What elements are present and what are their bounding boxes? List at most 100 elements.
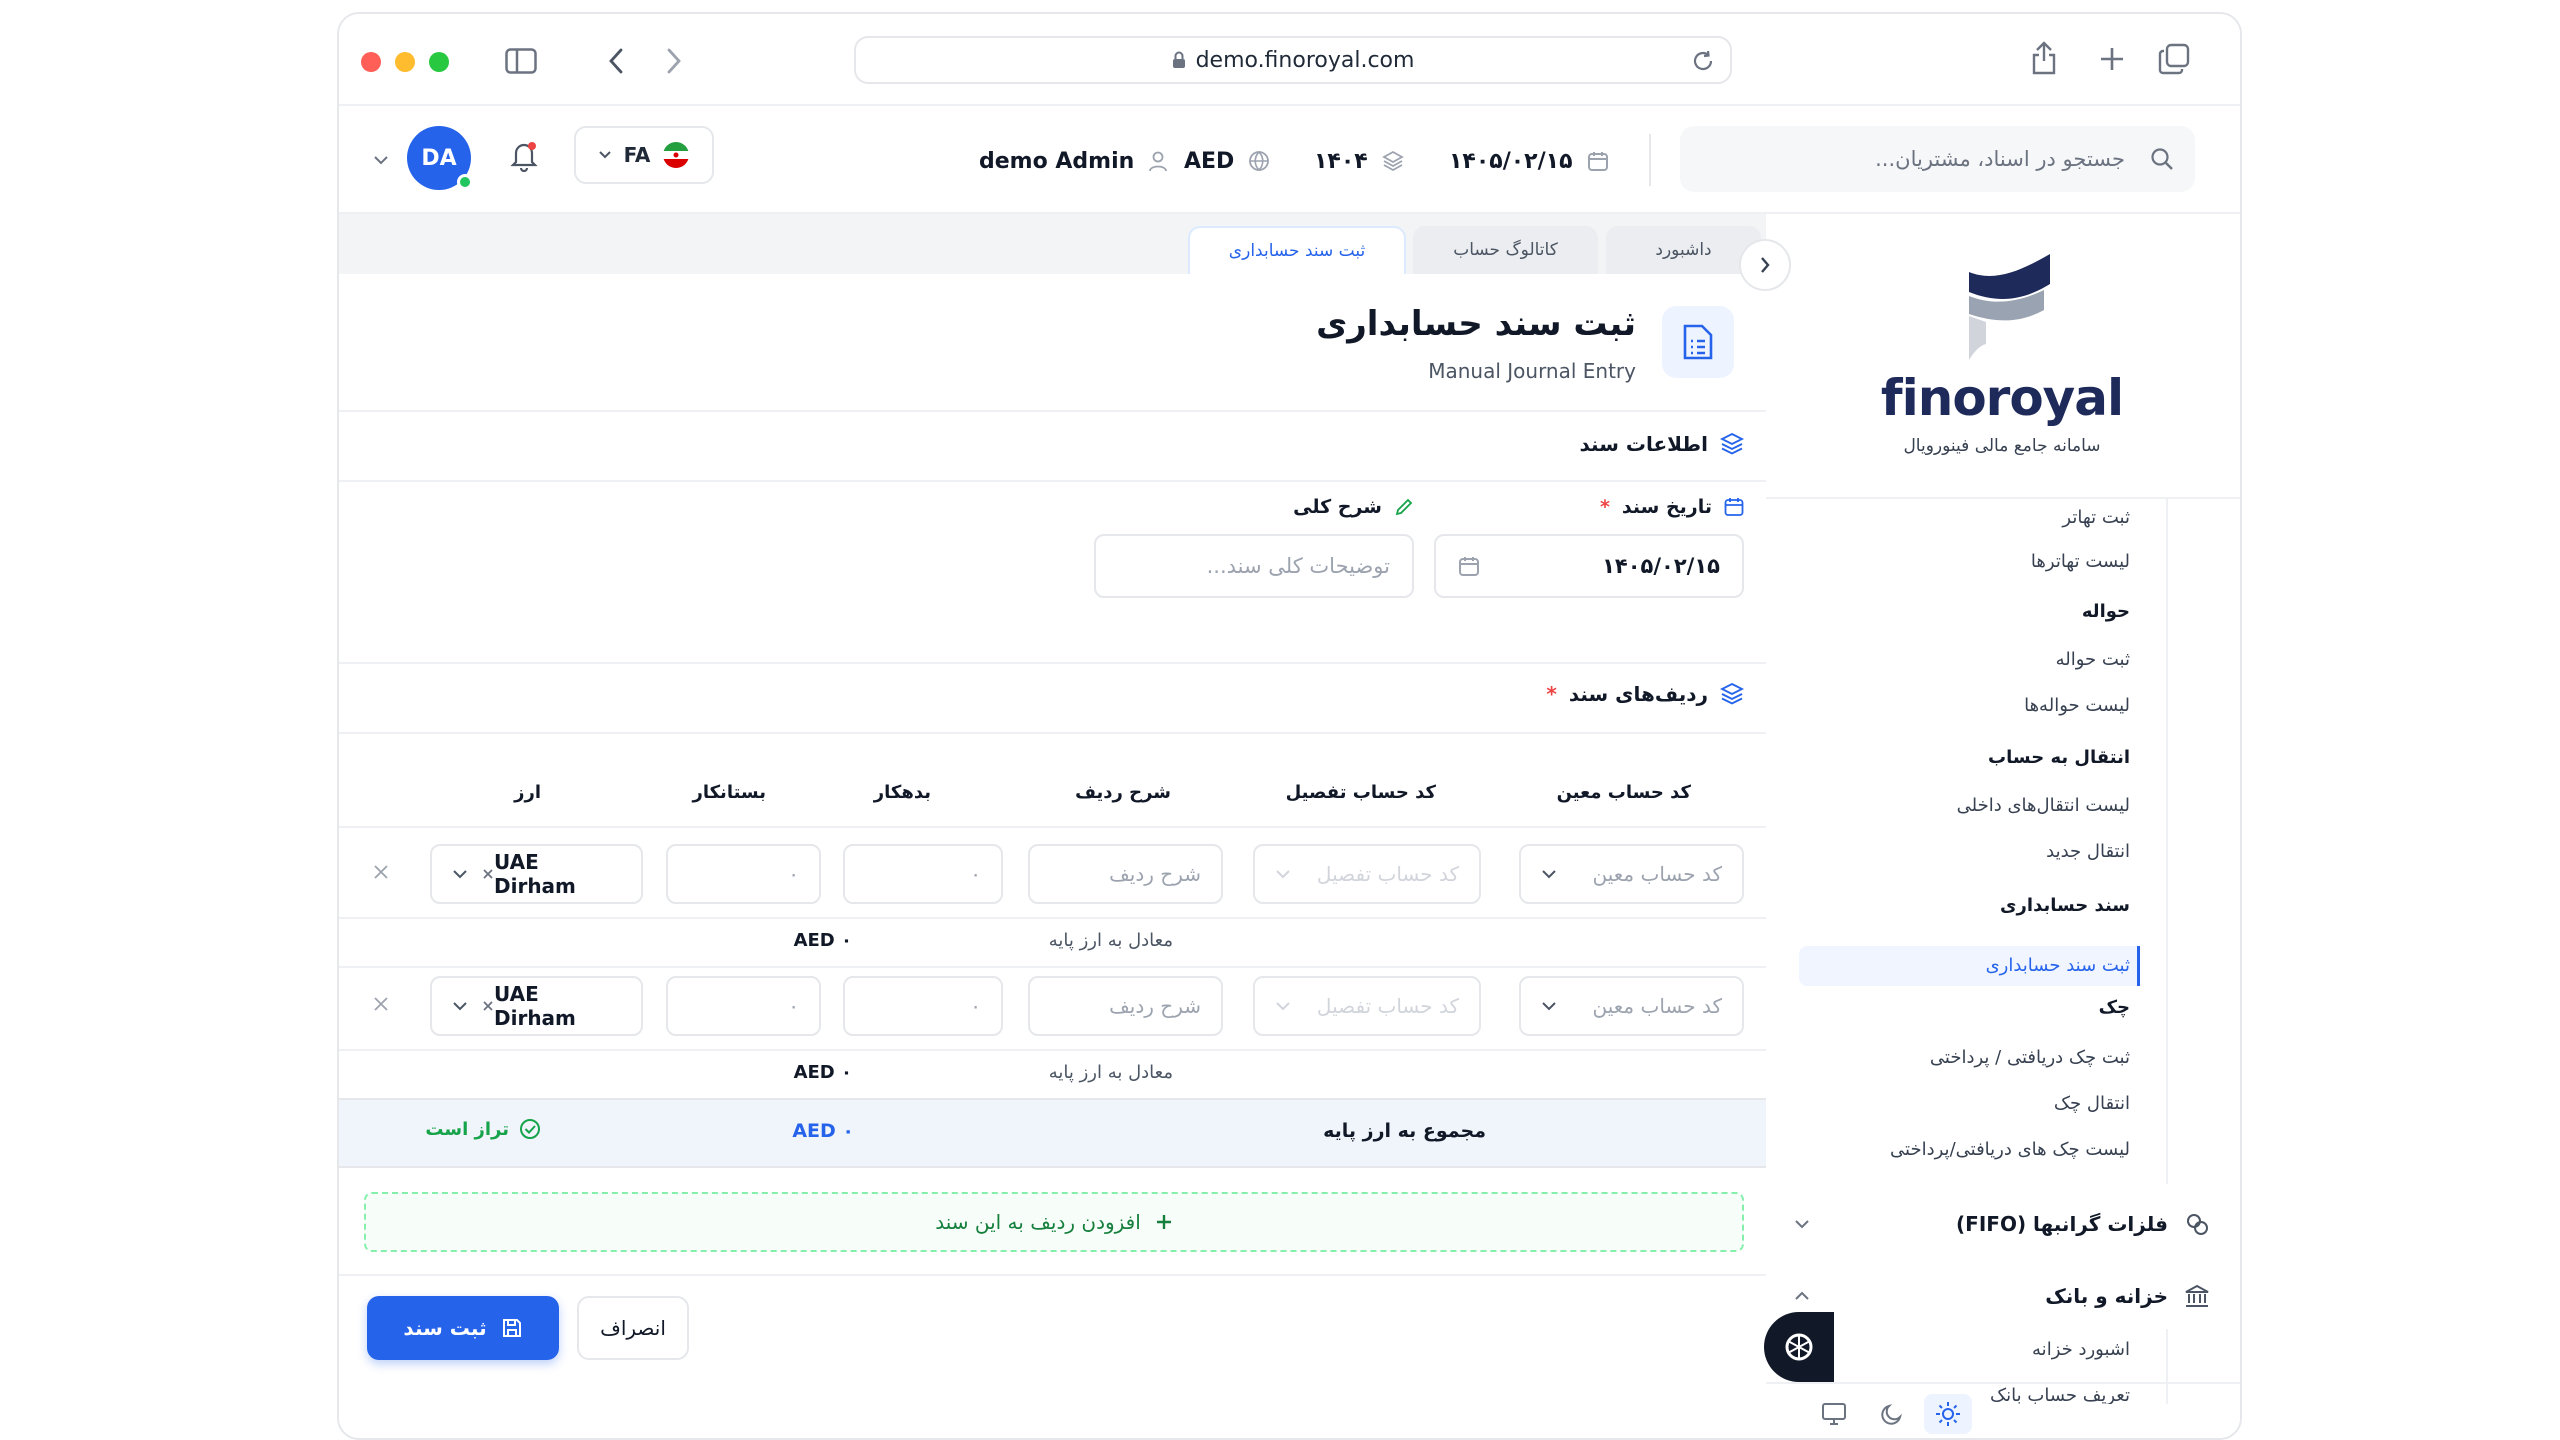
divider xyxy=(339,966,1766,968)
sidebar-group-precious-metals[interactable]: فلزات گرانبها (FIFO) xyxy=(1794,1199,2210,1249)
sidebar-item-remittance-list[interactable]: لیست حواله‌ها xyxy=(2024,695,2130,716)
cancel-button[interactable]: انصراف xyxy=(577,1296,689,1360)
submit-journal-button[interactable]: ثبت سند xyxy=(367,1296,559,1360)
sidebar-item-transfer-list[interactable]: لیست انتقال‌های داخلی xyxy=(1957,795,2130,816)
pencil-icon xyxy=(1394,497,1414,517)
globe-icon xyxy=(1248,150,1270,172)
system-theme-icon[interactable] xyxy=(1814,1394,1854,1434)
sidebar-item-transfer-new[interactable]: انتقال جدید xyxy=(2046,841,2130,862)
divider xyxy=(339,480,1766,482)
description-placeholder: توضیحات کلی سند... xyxy=(1206,554,1390,578)
sidebar-item-remittance-new[interactable]: ثبت حواله xyxy=(2056,649,2130,670)
ai-assistant-button[interactable] xyxy=(1764,1312,1834,1382)
sidebar-toggle-icon[interactable] xyxy=(504,44,538,78)
calendar-icon xyxy=(1587,150,1609,172)
sidebar-collapse-button[interactable] xyxy=(1739,239,1791,291)
debit-input[interactable]: ۰ xyxy=(843,844,1003,904)
close-window-button[interactable] xyxy=(361,52,381,72)
sidebar-header-cheque: چک xyxy=(2098,997,2130,1018)
date-label-text: تاریخ سند xyxy=(1621,496,1712,518)
section-title-text: اطلاعات سند xyxy=(1579,432,1709,456)
language-selector[interactable]: FA xyxy=(574,126,714,184)
description-label: شرح کلی xyxy=(1293,496,1414,518)
description-label-text: شرح کلی xyxy=(1293,496,1382,518)
clear-icon[interactable] xyxy=(482,1000,494,1012)
credit-input[interactable]: ۰ xyxy=(666,844,821,904)
sidebar-item-treasury-dashboard[interactable]: اشبورد خزانه xyxy=(2032,1339,2130,1360)
sidebar-item-cheque-new[interactable]: ثبت چک دریافتی / پرداختی xyxy=(1930,1047,2130,1068)
currency-select[interactable]: UAE Dirham xyxy=(430,844,643,904)
new-tab-icon[interactable] xyxy=(2097,44,2127,74)
main-content: داشبورد کاتالوگ حساب ثبت سند حسابداری ثب… xyxy=(339,214,1791,1438)
total-value: AED ۰ xyxy=(792,1120,854,1142)
debit-value: ۰ xyxy=(970,862,981,886)
date-input-value: ۱۴۰۵/۰۲/۱۵ xyxy=(1602,554,1720,578)
back-icon[interactable] xyxy=(601,44,631,78)
rows-title-text: ردیف‌های سند xyxy=(1568,682,1708,706)
remove-row-icon[interactable] xyxy=(371,994,391,1014)
account-placeholder: کد حساب معین xyxy=(1592,862,1722,886)
sidebar-item-netting-new[interactable]: ثبت تهاتر xyxy=(2062,507,2130,528)
currency-select[interactable]: UAE Dirham xyxy=(430,976,643,1036)
sidebar-item-netting-list[interactable]: لیست تهاترها xyxy=(2031,551,2130,572)
sidebar-item-cheque-transfer[interactable]: انتقال چک xyxy=(2054,1093,2130,1114)
avatar-initials: DA xyxy=(421,145,457,171)
sidebar-header-remittance: حواله xyxy=(2081,601,2130,622)
tab-bar: داشبورد کاتالوگ حساب ثبت سند حسابداری xyxy=(339,214,1766,274)
header-fiscal-year[interactable]: ۱۴۰۴ xyxy=(1314,146,1404,176)
forward-icon[interactable] xyxy=(659,44,689,78)
save-icon xyxy=(501,1317,523,1339)
col-header-description: شرح ردیف xyxy=(1075,782,1171,803)
sidebar-group-treasury[interactable]: خزانه و بانک xyxy=(1794,1271,2210,1321)
dark-mode-icon[interactable] xyxy=(1872,1394,1912,1434)
chevron-down-icon xyxy=(453,1002,467,1011)
divider xyxy=(339,662,1766,664)
remove-row-icon[interactable] xyxy=(371,862,391,882)
account-select[interactable]: کد حساب معین xyxy=(1519,844,1744,904)
tab-account-catalog[interactable]: کاتالوگ حساب xyxy=(1413,226,1598,274)
reload-icon[interactable] xyxy=(1690,48,1716,74)
brand-name: finoroyal xyxy=(1880,369,2124,427)
detail-account-select[interactable]: کد حساب تفصیل xyxy=(1253,844,1481,904)
divider xyxy=(339,1274,1766,1276)
tab-journal-entry[interactable]: ثبت سند حسابداری xyxy=(1188,226,1406,274)
minimize-window-button[interactable] xyxy=(395,52,415,72)
description-input[interactable]: توضیحات کلی سند... xyxy=(1094,534,1414,598)
user-menu-chevron-icon[interactable] xyxy=(371,152,391,168)
date-input[interactable]: ۱۴۰۵/۰۲/۱۵ xyxy=(1434,534,1744,598)
required-asterisk: * xyxy=(1599,496,1610,518)
divider xyxy=(339,917,1766,919)
debit-value: ۰ xyxy=(970,994,981,1018)
global-search-input[interactable]: جستجو در اسناد، مشتریان... xyxy=(1680,126,2195,192)
tab-dashboard[interactable]: داشبورد xyxy=(1606,226,1761,274)
light-mode-icon[interactable] xyxy=(1924,1394,1972,1434)
layers-icon xyxy=(1381,150,1404,172)
sidebar-header-journal: سند حسابداری xyxy=(2000,895,2130,916)
header-date[interactable]: ۱۴۰۵/۰۲/۱۵ xyxy=(1449,146,1609,176)
clear-icon[interactable] xyxy=(482,868,494,880)
group-treasury-label: خزانه و بانک xyxy=(2045,1284,2168,1308)
address-bar[interactable]: demo.finoroyal.com xyxy=(854,36,1732,84)
row-description-input[interactable]: شرح ردیف xyxy=(1028,976,1223,1036)
submit-label: ثبت سند xyxy=(403,1316,487,1340)
layers-icon xyxy=(1720,682,1744,706)
share-icon[interactable] xyxy=(2027,38,2061,78)
tabs-overview-icon[interactable] xyxy=(2157,42,2191,76)
sidebar-item-journal-entry[interactable]: ثبت سند حسابداری xyxy=(1986,955,2130,976)
detail-account-select[interactable]: کد حساب تفصیل xyxy=(1253,976,1481,1036)
user-avatar[interactable]: DA xyxy=(407,126,473,190)
debit-input[interactable]: ۰ xyxy=(843,976,1003,1036)
add-row-button[interactable]: افزودن ردیف به این سند xyxy=(364,1192,1744,1252)
sidebar-item-cheque-list[interactable]: لیست چک های دریافتی/پرداختی xyxy=(1890,1139,2130,1160)
bell-icon[interactable] xyxy=(507,136,541,176)
search-placeholder: جستجو در اسناد، مشتریان... xyxy=(1875,147,2125,171)
row-description-input[interactable]: شرح ردیف xyxy=(1028,844,1223,904)
maximize-window-button[interactable] xyxy=(429,52,449,72)
header-currency[interactable]: AED xyxy=(1184,146,1270,176)
header-user[interactable]: demo Admin xyxy=(979,146,1168,176)
page-icon xyxy=(1662,306,1734,378)
chevron-right-icon xyxy=(1761,257,1770,273)
account-select[interactable]: کد حساب معین xyxy=(1519,976,1744,1036)
doc-info-section-title: اطلاعات سند xyxy=(1579,432,1744,456)
credit-input[interactable]: ۰ xyxy=(666,976,821,1036)
